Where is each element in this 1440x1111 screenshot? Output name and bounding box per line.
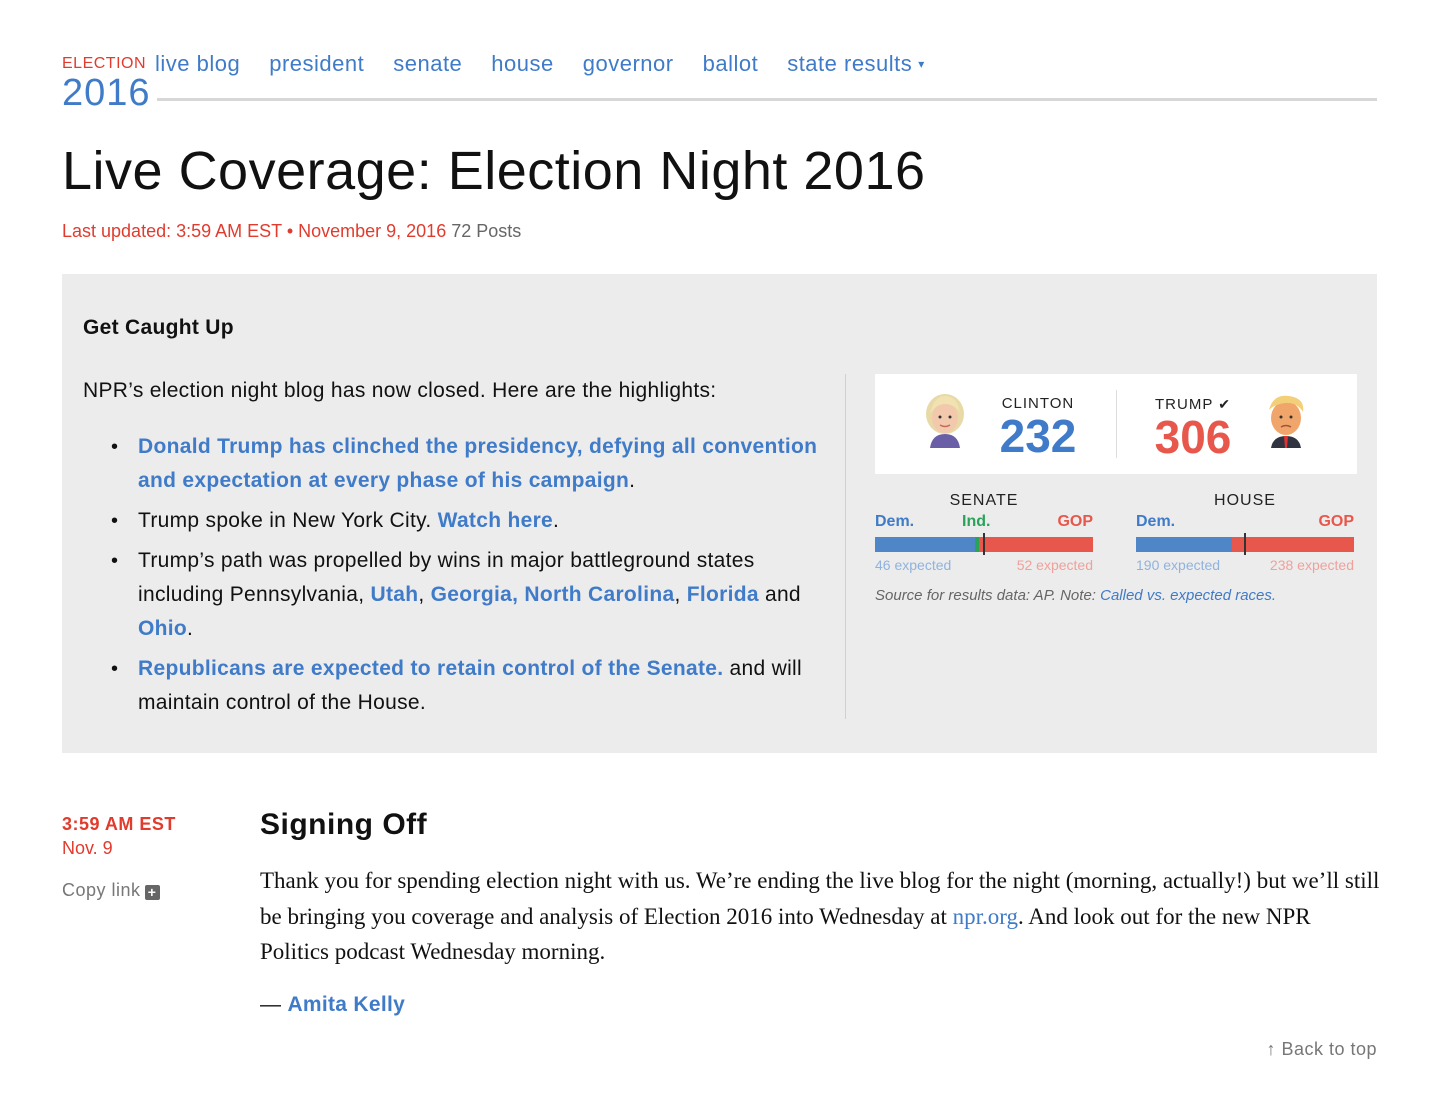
called-vs-expected-link[interactable]: Called vs. expected races.	[1100, 587, 1276, 604]
clinton-result: CLINTON 232	[993, 395, 1083, 459]
results-separator	[1116, 390, 1117, 458]
copy-link-label: Copy link	[62, 880, 141, 900]
trump-result: TRUMP ✔ 306	[1147, 395, 1239, 460]
results-widget: CLINTON 232 TRUMP ✔ 306 SENATE Dem. Ind.	[875, 374, 1357, 604]
winner-check-icon: ✔	[1218, 396, 1231, 412]
house-expected: 190 expected 238 expected	[1136, 557, 1354, 575]
senate-gop-segment	[979, 537, 1093, 552]
senate-dem-expected: 46 expected	[875, 557, 952, 573]
nav-house[interactable]: house	[491, 51, 553, 77]
senate-title: SENATE	[949, 492, 1019, 509]
caret-down-icon: ▾	[918, 57, 925, 71]
punct: ,	[418, 583, 431, 606]
trump-electoral-votes: 306	[1154, 411, 1232, 463]
house-title: HOUSE	[1214, 492, 1276, 509]
election-2016-logo[interactable]: ELECTION 2016	[62, 54, 151, 112]
utah-link[interactable]: Utah	[371, 583, 419, 606]
punct: ,	[674, 583, 687, 606]
house-results: HOUSE Dem. GOP 190 expected 238 expected	[1136, 492, 1354, 575]
nav-state-results[interactable]: state results ▾	[787, 51, 925, 77]
senate-gop-label: GOP	[1057, 513, 1093, 530]
npr-org-link[interactable]: npr.org	[953, 904, 1018, 929]
punct: .	[629, 469, 636, 492]
nav-senate[interactable]: senate	[393, 51, 462, 77]
punct: .	[553, 509, 560, 532]
list-item: Republicans are expected to retain contr…	[83, 652, 823, 720]
section-nav: live blog president senate house governo…	[155, 51, 925, 77]
highlight-text: Trump spoke in New York City.	[138, 509, 438, 532]
list-item: Donald Trump has clinched the presidency…	[83, 430, 823, 498]
nav-state-results-label: state results	[787, 51, 913, 76]
last-updated: Last updated: 3:59 AM EST • November 9, …	[62, 220, 521, 242]
brand-election-label: ELECTION	[62, 55, 147, 72]
copy-link-button[interactable]: Copy link +	[62, 879, 160, 901]
byline-dash: —	[260, 993, 288, 1016]
senate-majority-marker	[983, 533, 985, 555]
highlights-list: Donald Trump has clinched the presidency…	[83, 430, 823, 726]
highlight-text: and	[758, 583, 801, 606]
catchup-intro: NPR’s election night blog has now closed…	[83, 379, 717, 402]
last-updated-text: Last updated: 3:59 AM EST • November 9, …	[62, 221, 447, 241]
house-gop-label: GOP	[1318, 513, 1354, 530]
house-gop-segment	[1232, 537, 1354, 552]
plus-icon: +	[144, 885, 160, 900]
back-to-top-link[interactable]: ↑ Back to top	[1266, 1039, 1377, 1060]
house-majority-marker	[1244, 533, 1246, 555]
author-link[interactable]: Amita Kelly	[287, 993, 405, 1016]
results-source: Source for results data: AP. Note: Calle…	[875, 587, 1276, 604]
brand-year-label: 2016	[62, 72, 151, 114]
post-date: Nov. 9	[62, 838, 113, 858]
house-party-labels: Dem. GOP	[1136, 513, 1354, 533]
florida-link[interactable]: Florida	[687, 583, 759, 606]
senate-results: SENATE Dem. Ind. GOP 46 expected 52 expe…	[875, 492, 1093, 575]
get-caught-up-panel: Get Caught Up NPR’s election night blog …	[62, 274, 1377, 753]
nav-governor[interactable]: governor	[583, 51, 674, 77]
list-item: Trump’s path was propelled by wins in ma…	[83, 544, 823, 646]
byline: — Amita Kelly	[260, 993, 405, 1017]
senate-control-link[interactable]: Republicans are expected to retain contr…	[138, 657, 723, 680]
senate-bar	[875, 533, 1093, 555]
house-dem-expected: 190 expected	[1136, 557, 1221, 573]
senate-gop-expected: 52 expected	[1016, 557, 1093, 573]
georgia-nc-link[interactable]: Georgia, North Carolina	[431, 583, 675, 606]
senate-expected: 46 expected 52 expected	[875, 557, 1093, 575]
senate-dem-label: Dem.	[875, 513, 915, 530]
post-count: 72 Posts	[451, 221, 522, 241]
page-title: Live Coverage: Election Night 2016	[62, 141, 926, 201]
clinton-avatar-icon	[926, 394, 964, 448]
ohio-link[interactable]: Ohio	[138, 617, 187, 640]
senate-dem-segment	[875, 537, 975, 552]
senate-party-labels: Dem. Ind. GOP	[875, 513, 1093, 533]
clinton-electoral-votes: 232	[999, 410, 1077, 462]
list-item: Trump spoke in New York City. Watch here…	[83, 504, 823, 538]
house-dem-segment	[1136, 537, 1232, 552]
catchup-heading: Get Caught Up	[83, 316, 234, 339]
presidential-results-card: CLINTON 232 TRUMP ✔ 306	[875, 374, 1357, 474]
nav-president[interactable]: president	[269, 51, 364, 77]
nav-ballot[interactable]: ballot	[703, 51, 759, 77]
trump-avatar-icon	[1269, 395, 1304, 448]
house-dem-label: Dem.	[1136, 513, 1176, 530]
highlight-link-presidency[interactable]: Donald Trump has clinched the presidency…	[138, 435, 817, 492]
house-gop-expected: 238 expected	[1269, 557, 1354, 573]
house-bar	[1136, 533, 1354, 555]
senate-ind-label: Ind.	[962, 513, 991, 530]
post-title: Signing Off	[260, 808, 428, 841]
nav-divider	[157, 98, 1377, 101]
nav-live-blog[interactable]: live blog	[155, 51, 240, 77]
post-time: 3:59 AM EST	[62, 814, 176, 834]
panel-divider	[845, 374, 846, 719]
punct: .	[187, 617, 194, 640]
source-text: Source for results data: AP. Note:	[875, 587, 1101, 604]
post-body: Thank you for spending election night wi…	[260, 863, 1380, 970]
watch-here-link[interactable]: Watch here	[438, 509, 553, 532]
